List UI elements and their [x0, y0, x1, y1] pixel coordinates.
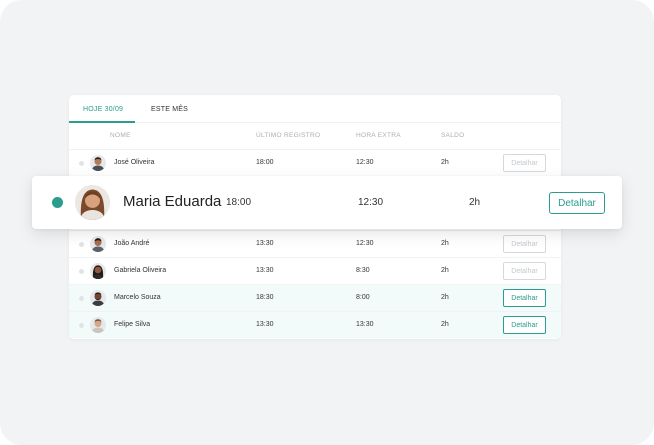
detail-button[interactable]: Detalhar	[503, 154, 546, 172]
table-row: Gabriela Oliveira 13:30 8:30 2h Detalhar	[69, 257, 561, 284]
highlighted-employee-row: Maria Eduarda 18:00 12:30 2h Detalhar	[32, 176, 622, 229]
last-record-value: 18:00	[256, 159, 274, 166]
tab-today[interactable]: HOJE 30/09	[83, 106, 123, 113]
last-record-value: 13:30	[256, 240, 274, 247]
balance-value: 2h	[469, 197, 481, 208]
balance-value: 2h	[441, 267, 449, 274]
status-dot-icon	[79, 323, 84, 328]
last-record-value: 18:00	[226, 197, 252, 208]
active-status-dot-icon	[52, 197, 63, 208]
employee-name: Felipe Silva	[114, 321, 151, 328]
tab-bar: HOJE 30/09 ESTE MÊS	[69, 95, 561, 123]
employee-name: João André	[114, 240, 150, 247]
page-background: HOJE 30/09 ESTE MÊS NOME ÚLTIMO REGISTRO…	[0, 0, 654, 445]
detail-button[interactable]: Detalhar	[503, 316, 546, 334]
last-record-value: 18:30	[256, 294, 274, 301]
employee-name: José Oliveira	[114, 159, 155, 166]
balance-value: 2h	[441, 240, 449, 247]
table-row: João André 13:30 12:30 2h Detalhar	[69, 230, 561, 257]
table-row: José Oliveira 18:00 12:30 2h Detalhar	[69, 149, 561, 176]
employee-name: Marcelo Souza	[114, 294, 161, 301]
detail-button[interactable]: Detalhar	[503, 235, 546, 253]
overtime-value: 13:30	[356, 321, 374, 328]
balance-value: 2h	[441, 321, 449, 328]
status-dot-icon	[79, 161, 84, 166]
column-header-last-record: ÚLTIMO REGISTRO	[256, 132, 321, 139]
last-record-value: 13:30	[256, 267, 274, 274]
overtime-value: 8:00	[356, 294, 370, 301]
balance-value: 2h	[441, 294, 449, 301]
overtime-value: 12:30	[356, 159, 374, 166]
person-avatar-icon	[90, 236, 106, 252]
person-avatar-icon	[90, 290, 106, 306]
person-avatar-icon	[90, 263, 106, 279]
employee-name: Maria Eduarda	[123, 193, 222, 210]
last-record-value: 13:30	[256, 321, 274, 328]
column-header-name: NOME	[110, 132, 131, 139]
status-dot-icon	[79, 269, 84, 274]
overtime-value: 8:30	[356, 267, 370, 274]
person-avatar-icon	[90, 155, 106, 171]
person-avatar-icon	[75, 185, 110, 220]
status-dot-icon	[79, 296, 84, 301]
detail-button[interactable]: Detalhar	[503, 262, 546, 280]
column-header-balance: SALDO	[441, 132, 465, 139]
overtime-value: 12:30	[358, 197, 384, 208]
column-header-overtime: HORA EXTRA	[356, 132, 401, 139]
detail-button[interactable]: Detalhar	[503, 289, 546, 307]
active-tab-indicator	[69, 121, 135, 123]
balance-value: 2h	[441, 159, 449, 166]
detail-button[interactable]: Detalhar	[549, 192, 605, 214]
table-row: Marcelo Souza 18:30 8:00 2h Detalhar	[69, 284, 561, 311]
person-avatar-icon	[90, 317, 106, 333]
employee-name: Gabriela Oliveira	[114, 267, 167, 274]
overtime-value: 12:30	[356, 240, 374, 247]
tab-this-month[interactable]: ESTE MÊS	[151, 106, 188, 113]
table-row: Felipe Silva 13:30 13:30 2h Detalhar	[69, 311, 561, 338]
status-dot-icon	[79, 242, 84, 247]
